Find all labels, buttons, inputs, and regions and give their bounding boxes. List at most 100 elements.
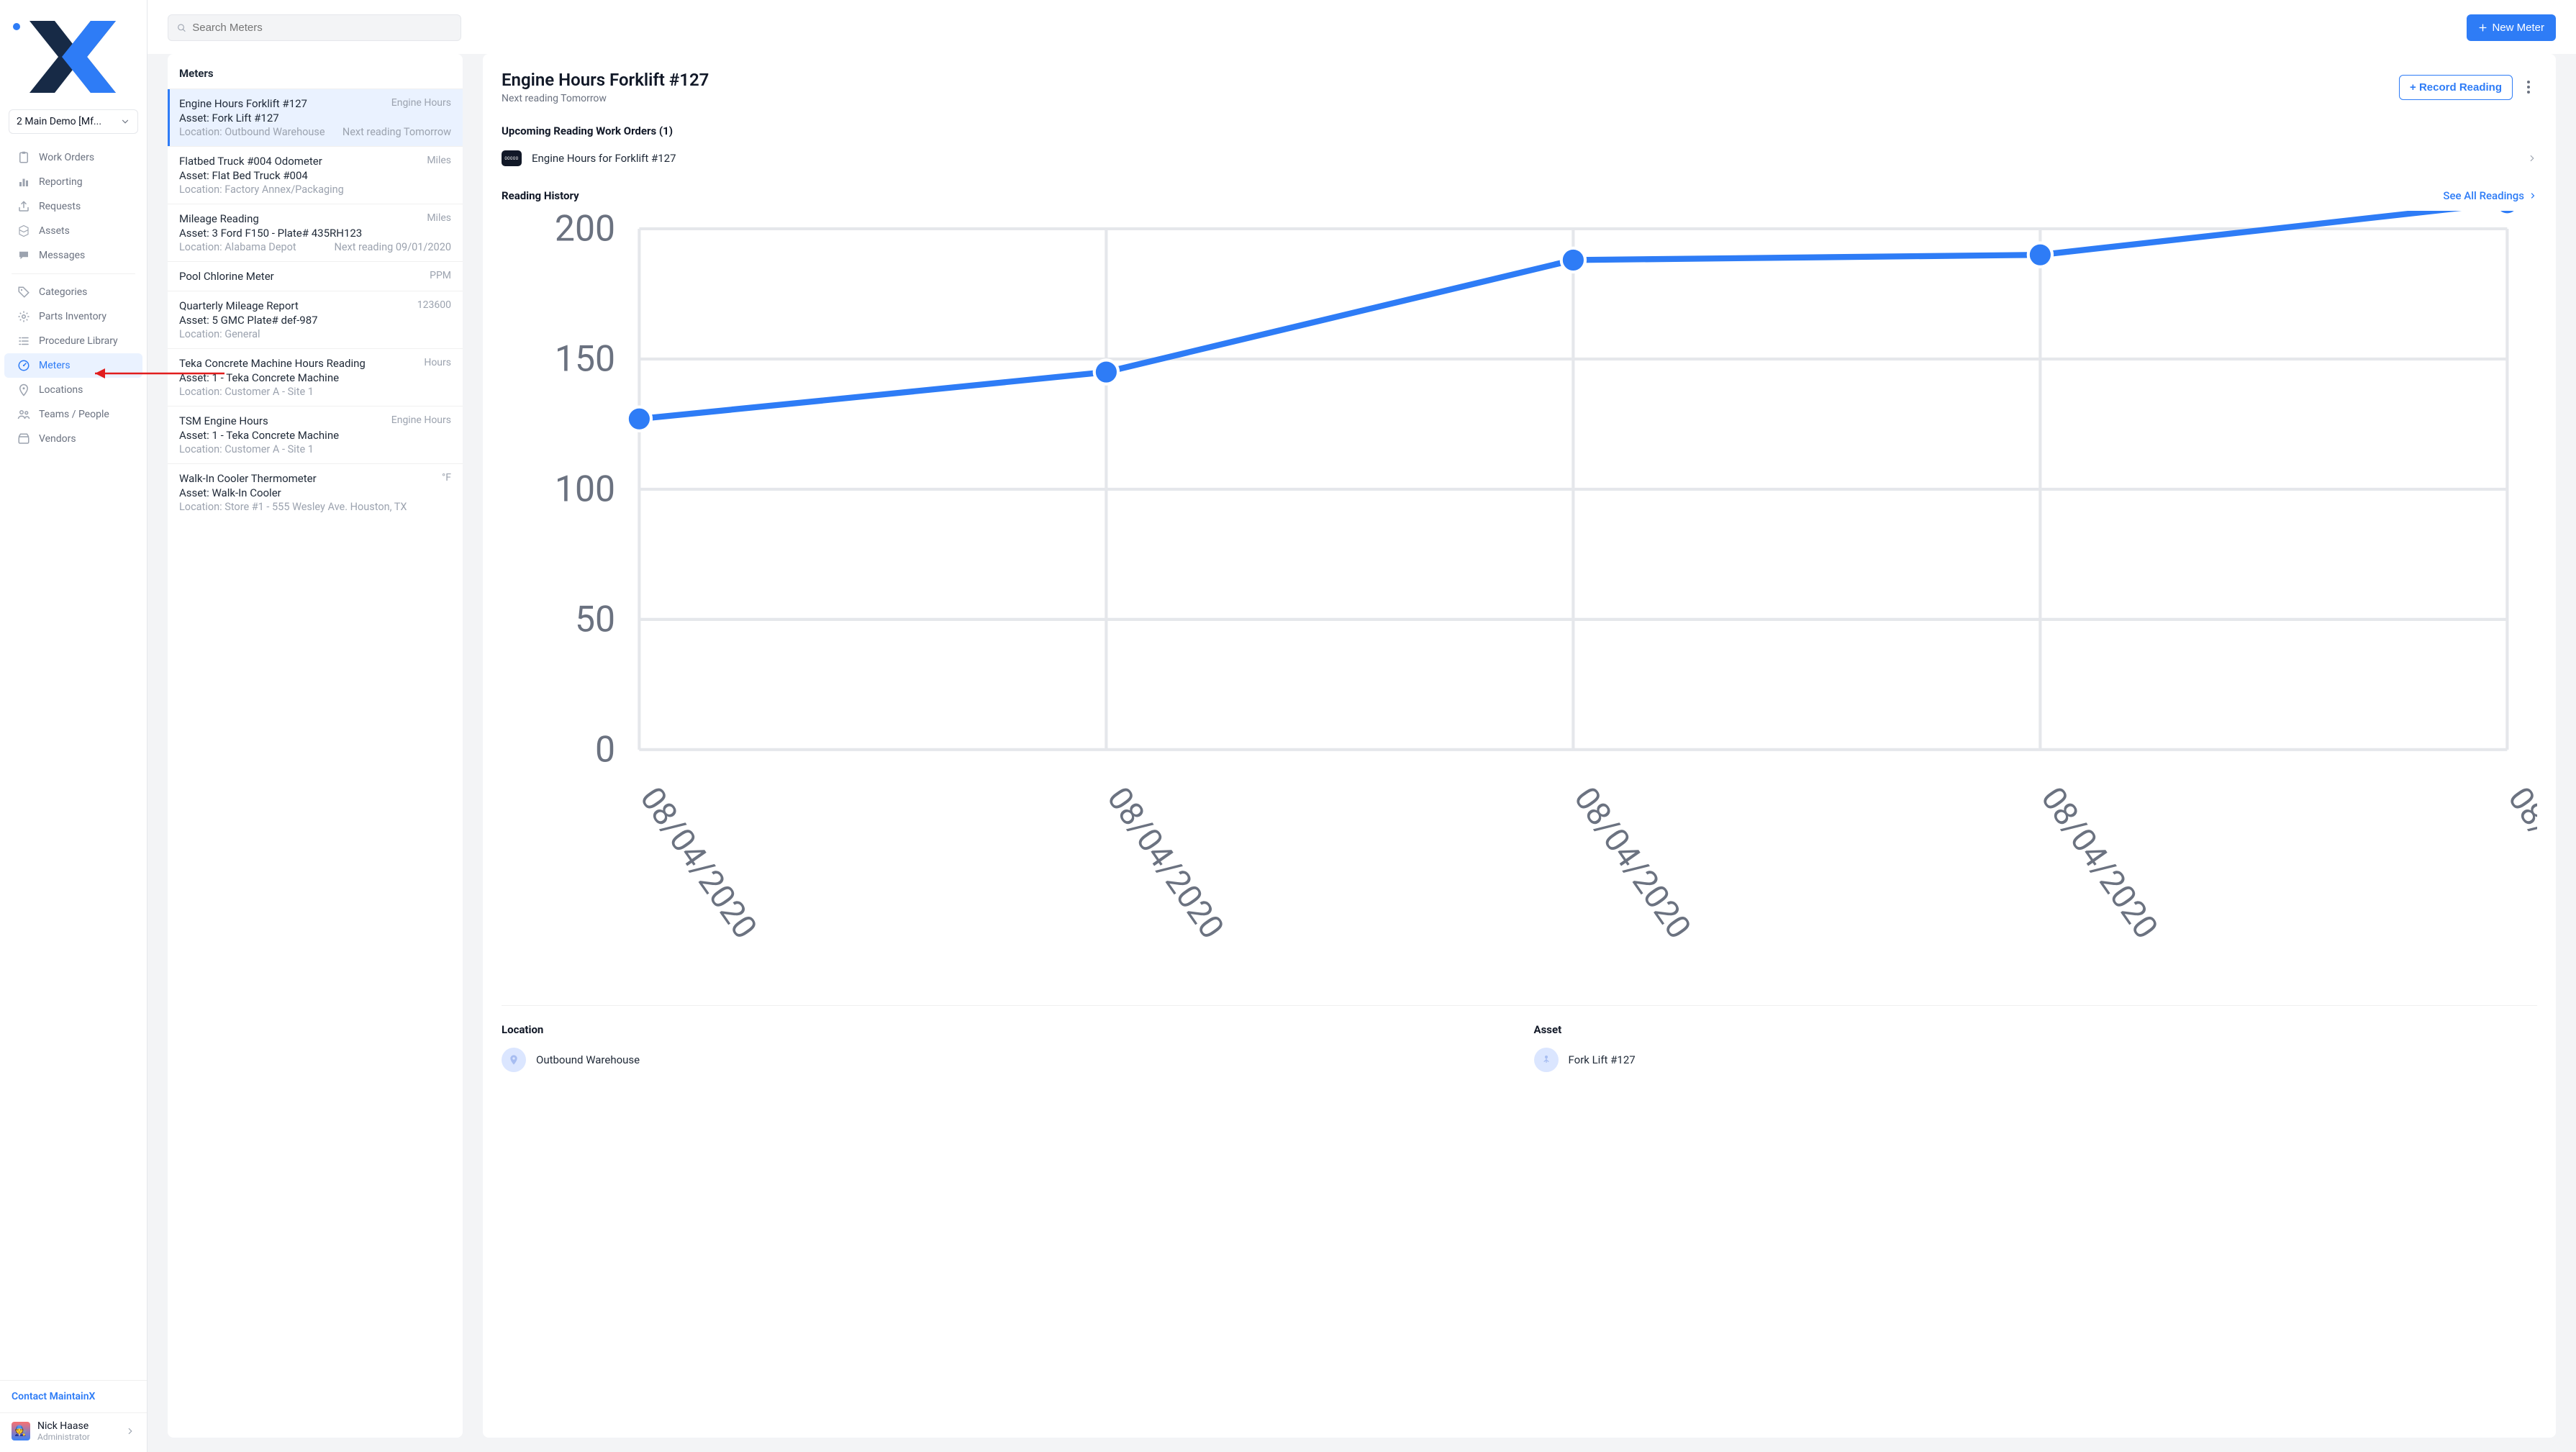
- nav-label: Work Orders: [39, 152, 94, 163]
- meter-unit: Engine Hours: [391, 414, 451, 427]
- svg-text:08/04/2020: 08/04/2020: [2033, 781, 2165, 946]
- contact-maintainx-link[interactable]: Contact MaintainX: [0, 1381, 147, 1412]
- inbox-out-icon: [17, 200, 30, 213]
- meter-asset: Asset: Fork Lift #127: [179, 112, 451, 124]
- sidebar-item-procedure-library[interactable]: Procedure Library: [4, 329, 142, 353]
- maintainx-logo-icon: [26, 17, 119, 96]
- sidebar-divider: [12, 273, 135, 274]
- meter-name: Quarterly Mileage Report: [179, 299, 299, 312]
- work-order-title: Engine Hours for Forklift #127: [532, 152, 676, 165]
- meter-asset: Asset: 1 - Teka Concrete Machine: [179, 371, 451, 384]
- asset-label: Asset: [1534, 1023, 2538, 1036]
- meter-list-item[interactable]: Mileage Reading Miles Asset: 3 Ford F150 -…: [168, 204, 463, 261]
- sidebar-item-vendors[interactable]: Vendors: [4, 427, 142, 451]
- logo: [0, 0, 147, 104]
- vendor-icon: [17, 432, 30, 445]
- sidebar-nav: Work Orders Reporting Requests Assets Messag…: [0, 141, 147, 1380]
- meter-location: Location: Customer A - Site 1: [179, 386, 314, 398]
- org-selector[interactable]: 2 Main Demo [Mf...: [9, 109, 138, 134]
- location-label: Location: [502, 1023, 1505, 1036]
- sidebar-item-teams-people[interactable]: Teams / People: [4, 402, 142, 427]
- pin-icon: [17, 384, 30, 396]
- meter-next-reading: Next reading 09/01/2020: [334, 241, 451, 253]
- asset-row[interactable]: Fork Lift #127: [1534, 1048, 2538, 1072]
- meters-panel-title: Meters: [168, 54, 463, 89]
- content: Meters Engine Hours Forklift #127Engine …: [148, 54, 2576, 1452]
- meter-location: Location: General: [179, 328, 260, 340]
- chevron-right-icon: [125, 1426, 135, 1436]
- sidebar-item-assets[interactable]: Assets: [4, 219, 142, 243]
- user-name: Nick Haase: [37, 1420, 90, 1432]
- meter-asset: Asset: Flat Bed Truck #004: [179, 169, 451, 182]
- meter-location: Location: Factory Annex/Packaging: [179, 183, 344, 196]
- chevron-right-icon: [2527, 153, 2537, 163]
- gauge-icon: [17, 359, 30, 372]
- sidebar-footer: Contact MaintainX 🧑‍🔧 Nick Haase Adminis…: [0, 1380, 147, 1452]
- nav-label: Assets: [39, 225, 70, 237]
- user-menu[interactable]: 🧑‍🔧 Nick Haase Administrator: [0, 1412, 147, 1452]
- meter-asset: Asset: 3 Ford F150 - Plate# 435RH123: [179, 227, 451, 240]
- meter-list-item[interactable]: Flatbed Truck #004 OdometerMilesAsset: F…: [168, 146, 463, 204]
- nav-label: Locations: [39, 384, 83, 396]
- meters-panel: Meters Engine Hours Forklift #127Engine …: [168, 54, 463, 1438]
- svg-text:200: 200: [555, 211, 615, 250]
- svg-text:100: 100: [555, 469, 615, 511]
- meter-list-item[interactable]: TSM Engine HoursEngine HoursAsset: 1 - T…: [168, 406, 463, 463]
- cubes-icon: [17, 224, 30, 237]
- see-all-readings-link[interactable]: See All Readings: [2443, 189, 2537, 202]
- sidebar-item-locations[interactable]: Locations: [4, 378, 142, 402]
- meter-name: Mileage Reading: [179, 212, 259, 225]
- svg-text:0: 0: [595, 729, 615, 771]
- location-value: Outbound Warehouse: [536, 1053, 640, 1066]
- list-icon: [17, 335, 30, 348]
- meter-asset: Asset: Walk-In Cooler: [179, 486, 451, 499]
- nav-label: Vendors: [39, 433, 76, 445]
- meter-name: Teka Concrete Machine Hours Reading: [179, 357, 366, 370]
- meter-unit: Engine Hours: [391, 97, 451, 110]
- topbar: New Meter: [148, 0, 2576, 54]
- sidebar-item-work-orders[interactable]: Work Orders: [4, 145, 142, 170]
- nav-label: Reporting: [39, 176, 83, 188]
- svg-text:50: 50: [575, 599, 615, 641]
- sidebar-item-categories[interactable]: Categories: [4, 280, 142, 304]
- record-reading-button[interactable]: + Record Reading: [2399, 75, 2513, 100]
- svg-text:08/04/2020: 08/04/2020: [1566, 781, 1698, 946]
- reading-history-heading: Reading History: [502, 189, 579, 202]
- meter-list-item[interactable]: Quarterly Mileage Report123600Asset: 5 G…: [168, 291, 463, 348]
- sidebar-item-requests[interactable]: Requests: [4, 194, 142, 219]
- location-row[interactable]: Outbound Warehouse: [502, 1048, 1505, 1072]
- nav-label: Parts Inventory: [39, 311, 106, 322]
- chevron-down-icon: [120, 117, 130, 127]
- meters-list[interactable]: Engine Hours Forklift #127Engine HoursAs…: [168, 89, 463, 1438]
- sidebar-item-reporting[interactable]: Reporting: [4, 170, 142, 194]
- meter-list-item[interactable]: Walk-In Cooler Thermometer°FAsset: Walk-…: [168, 463, 463, 521]
- nav-label: Requests: [39, 201, 81, 212]
- search-input-wrap[interactable]: [168, 14, 461, 41]
- nav-label: Meters: [39, 360, 71, 371]
- work-order-row[interactable]: 00000 Engine Hours for Forklift #127: [502, 148, 2537, 169]
- sidebar-item-messages[interactable]: Messages: [4, 243, 142, 268]
- svg-text:08/04/2020: 08/04/2020: [1099, 781, 1231, 946]
- meter-name: Walk-In Cooler Thermometer: [179, 472, 317, 485]
- search-input[interactable]: [192, 22, 452, 34]
- meter-list-item[interactable]: Engine Hours Forklift #127Engine HoursAs…: [168, 89, 463, 146]
- more-menu-button[interactable]: [2520, 78, 2537, 96]
- clipboard-icon: [17, 151, 30, 164]
- meter-unit: Miles: [427, 212, 451, 225]
- svg-text:08/04/2020: 08/04/2020: [632, 781, 764, 946]
- svg-text:150: 150: [555, 339, 615, 381]
- meter-location: Location: Store #1 - 555 Wesley Ave. Hou…: [179, 501, 407, 513]
- user-role: Administrator: [37, 1432, 90, 1442]
- meter-location: Location: Outbound Warehouse: [179, 126, 325, 138]
- nav-label: Categories: [39, 286, 87, 298]
- meter-list-item[interactable]: Pool Chlorine MeterPPM: [168, 261, 463, 291]
- meter-list-item[interactable]: Teka Concrete Machine Hours ReadingHours…: [168, 348, 463, 406]
- sidebar-item-parts-inventory[interactable]: Parts Inventory: [4, 304, 142, 329]
- plus-icon: [2478, 23, 2487, 32]
- reading-history-chart: 0 50 100 150 200 08/04/2020 08/04/2020 08/04/20…: [502, 208, 2537, 1006]
- sidebar-item-meters[interactable]: Meters: [4, 353, 142, 378]
- meter-name: TSM Engine Hours: [179, 414, 268, 427]
- meter-detail-title: Engine Hours Forklift #127: [502, 70, 709, 90]
- meter-unit: 123600: [417, 299, 451, 312]
- new-meter-button[interactable]: New Meter: [2467, 14, 2556, 41]
